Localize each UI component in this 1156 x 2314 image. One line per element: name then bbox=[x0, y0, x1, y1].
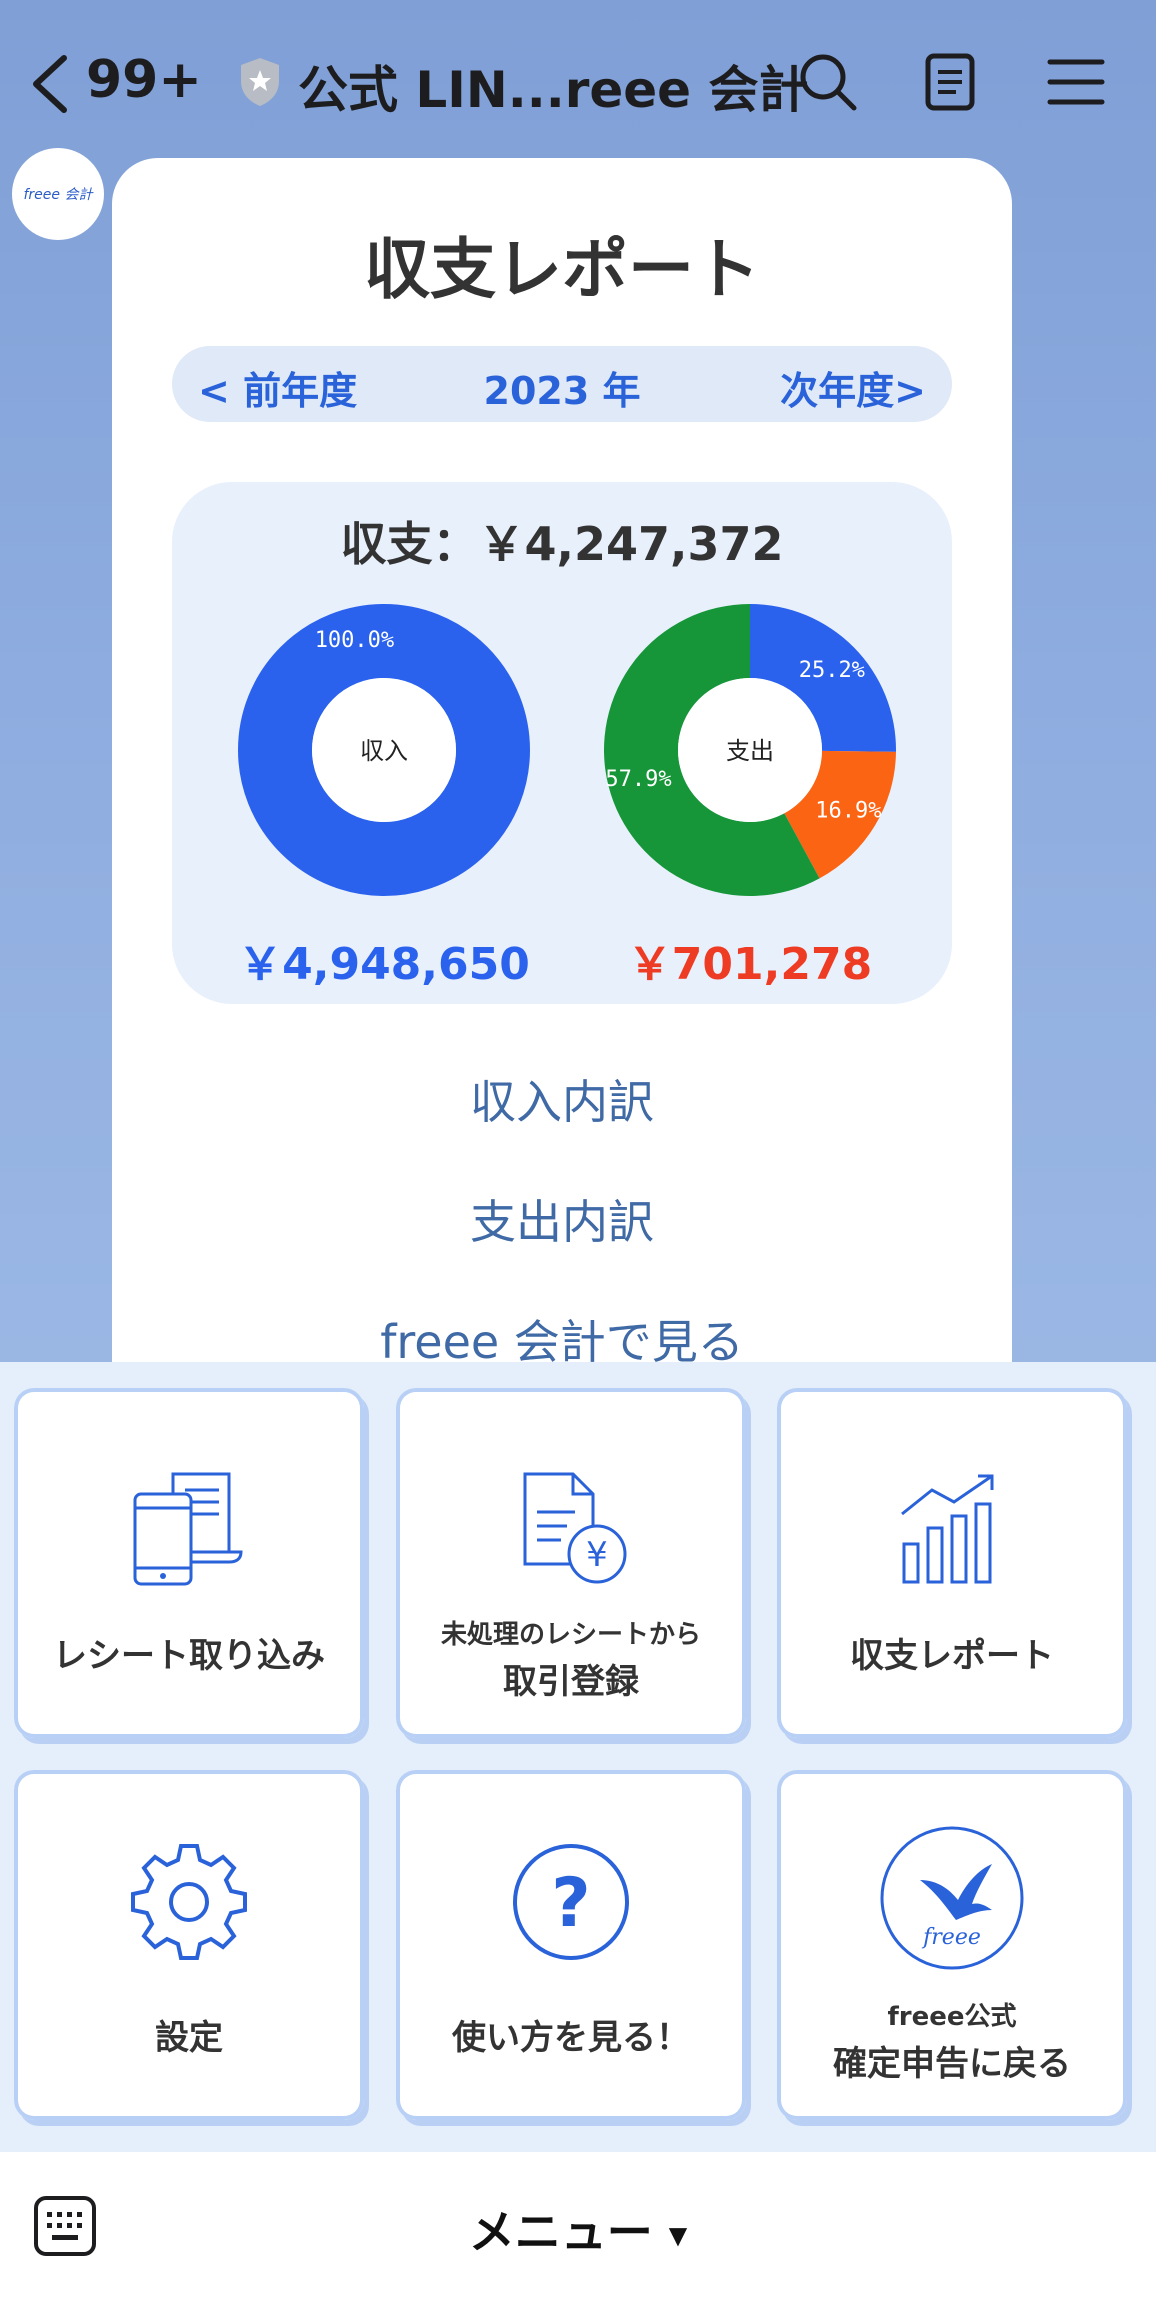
expense-breakdown-link[interactable]: 支出内訳 bbox=[112, 1186, 1012, 1252]
balance-summary: 収支：￥4,247,372 100.0% 収入 25.2% 16.9% 57.9% 支出… bbox=[172, 482, 952, 1004]
gear-icon bbox=[131, 1844, 247, 1960]
freee-avatar[interactable]: freee 会計 bbox=[12, 148, 104, 240]
unread-count[interactable]: 99+ bbox=[86, 50, 202, 110]
slice-percent-label: 57.9% bbox=[605, 767, 671, 792]
back-chevron-icon[interactable] bbox=[28, 54, 72, 114]
svg-text:?: ? bbox=[551, 1864, 590, 1943]
income-breakdown-link[interactable]: 収入内訳 bbox=[112, 1066, 1012, 1132]
report-title: 収支レポート bbox=[364, 231, 760, 308]
menu-toggle-button[interactable]: メニュー ▼ bbox=[0, 2196, 1156, 2262]
open-freee-link[interactable]: freee 会計で見る bbox=[112, 1306, 1012, 1362]
freee-bird-icon: freee bbox=[880, 1826, 1024, 1970]
yen-document-icon: ¥ bbox=[523, 1472, 627, 1584]
rich-menu: レシート取り込み ¥ 未処理のレシートから 取引登録 収支レポート 設定 ? 使… bbox=[0, 1362, 1156, 2152]
report-card: 収支レポート < 前年度 2023 年 次年度> 収支：￥4,247,372 1… bbox=[112, 158, 1012, 1362]
how-to-use-tile[interactable]: ? 使い方を見る！ bbox=[396, 1770, 746, 2120]
chat-title[interactable]: 公式 LIN...reee 会計 bbox=[298, 50, 809, 122]
tile-label: 取引登録 bbox=[503, 1662, 639, 1702]
svg-text:freee: freee bbox=[921, 1925, 981, 1950]
bottom-bar: メニュー ▼ bbox=[0, 2152, 1156, 2314]
income-report-tile[interactable]: 収支レポート bbox=[777, 1388, 1127, 1738]
register-transaction-tile[interactable]: ¥ 未処理のレシートから 取引登録 bbox=[396, 1388, 746, 1738]
income-donut-chart: 100.0% 収入 bbox=[238, 604, 530, 896]
tile-sublabel: 未処理のレシートから bbox=[440, 1620, 701, 1650]
tile-label: 確定申告に戻る bbox=[833, 2044, 1071, 2084]
tile-label: レシート取り込み bbox=[53, 1636, 325, 1676]
tile-label: 収支レポート bbox=[850, 1636, 1054, 1676]
menu-toggle-label: メニュー bbox=[468, 2205, 653, 2259]
question-icon: ? bbox=[513, 1844, 629, 1960]
receipt-import-tile[interactable]: レシート取り込み bbox=[14, 1388, 364, 1738]
next-year-button[interactable]: 次年度> bbox=[780, 360, 926, 415]
slice-percent-label: 16.9% bbox=[815, 798, 881, 823]
notes-icon[interactable] bbox=[918, 50, 982, 114]
chat-background: 99+ 公式 LIN...reee 会計 freee 会計 収支レポート < 前… bbox=[0, 0, 1156, 1362]
balance-total: 収支：￥4,247,372 bbox=[340, 517, 784, 571]
tile-label: 使い方を見る！ bbox=[452, 2018, 690, 2058]
expense-donut-chart: 25.2% 16.9% 57.9% 支出 bbox=[604, 604, 896, 896]
triangle-down-icon: ▼ bbox=[668, 2221, 688, 2250]
search-icon[interactable] bbox=[796, 50, 860, 114]
avatar-logo-text: freee 会計 bbox=[23, 187, 93, 203]
tile-label: 設定 bbox=[155, 2018, 223, 2058]
back-to-tax-return-tile[interactable]: freee freee公式 確定申告に戻る bbox=[777, 1770, 1127, 2120]
donut-center-label: 収入 bbox=[360, 737, 408, 765]
svg-text:¥: ¥ bbox=[586, 1535, 608, 1575]
official-shield-icon bbox=[241, 58, 279, 106]
receipt-phone-icon bbox=[133, 1472, 243, 1586]
growth-chart-icon bbox=[901, 1474, 994, 1584]
expense-amount: ￥701,278 bbox=[627, 939, 873, 990]
tile-sublabel: freee公式 bbox=[887, 2002, 1017, 2032]
donut-center-label: 支出 bbox=[726, 737, 774, 765]
income-amount: ￥4,948,650 bbox=[238, 939, 530, 990]
year-navigation: < 前年度 2023 年 次年度> bbox=[172, 346, 952, 422]
chat-header: 99+ 公式 LIN...reee 会計 bbox=[0, 0, 1156, 165]
slice-percent-label: 25.2% bbox=[799, 658, 865, 683]
settings-tile[interactable]: 設定 bbox=[14, 1770, 364, 2120]
slice-percent-label: 100.0% bbox=[315, 628, 394, 653]
hamburger-menu-icon[interactable] bbox=[1044, 50, 1108, 114]
